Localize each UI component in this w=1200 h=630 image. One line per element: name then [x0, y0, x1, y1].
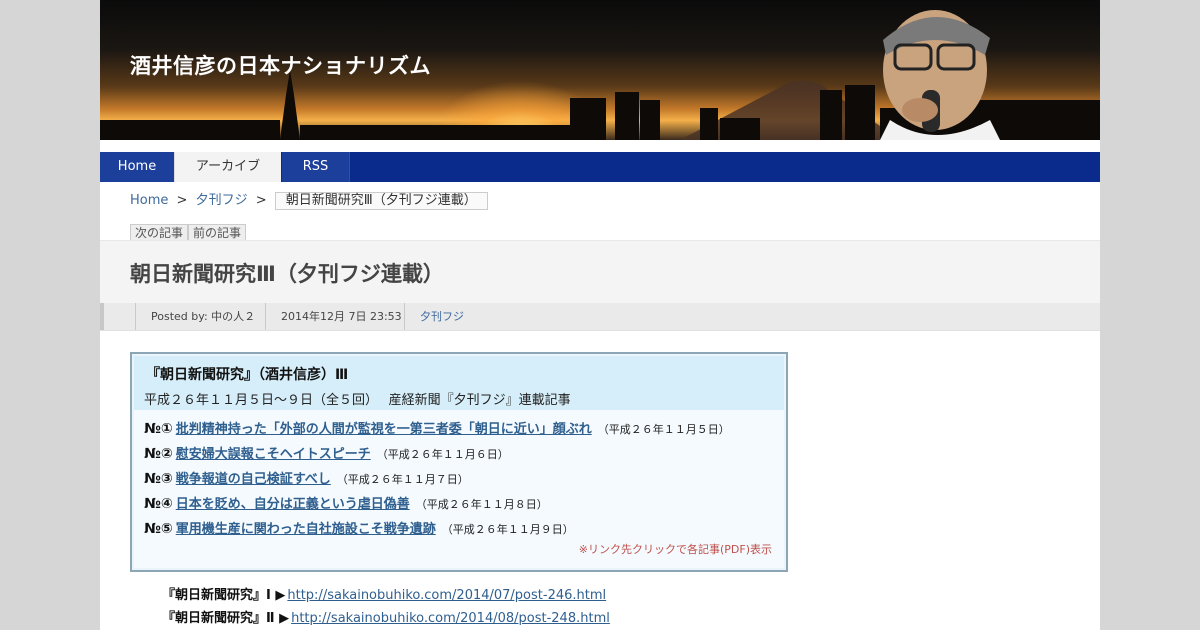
breadcrumb-home-link[interactable]: Home	[130, 193, 168, 208]
header-banner: 酒井信彦の日本ナショナリズム	[100, 0, 1100, 140]
post-title: 朝日新聞研究Ⅲ（夕刊フジ連載）	[130, 262, 444, 286]
list-item: №④ 日本を貶め、自分は正義という虐日偽善 （平成２６年１１月８日）	[144, 493, 548, 513]
item-date: （平成２６年１１月７日）	[336, 473, 469, 486]
previous-series-item: 『朝日新聞研究』Ⅱ ▶ http://sakainobuhiko.com/2014…	[162, 609, 610, 629]
series-box-body: №① 批判精神持った「外部の人間が監視を一第三者委「朝日に近い」顔ぶれ （平成２６年…	[134, 410, 784, 568]
site-title[interactable]: 酒井信彦の日本ナショナリズム	[130, 50, 431, 80]
breadcrumb-current: 朝日新聞研究Ⅲ（夕刊フジ連載）	[274, 192, 488, 210]
item-date: （平成２６年１１月５日）	[597, 423, 730, 436]
list-item: №② 慰安婦大誤報こそヘイトスピーチ （平成２６年１１月６日）	[144, 443, 509, 463]
item-number: №②	[144, 446, 173, 462]
meta-author: Posted by: 中の人２	[135, 303, 255, 330]
breadcrumb-separator: >	[176, 193, 188, 208]
article-link[interactable]: 戦争報道の自己検証すべし	[176, 472, 331, 487]
main-nav: Home アーカイブ RSS	[100, 152, 1100, 182]
previous-series-link[interactable]: http://sakainobuhiko.com/2014/07/post-24…	[287, 588, 606, 603]
article-link[interactable]: 批判精神持った「外部の人間が監視を一第三者委「朝日に近い」顔ぶれ	[176, 422, 592, 437]
previous-series-label: 『朝日新聞研究』Ⅰ ▶	[162, 588, 286, 603]
series-subheading: 平成２６年１１月５日～９日（全５回） 産経新聞『夕刊フジ』連載記事	[144, 393, 571, 408]
previous-series-label: 『朝日新聞研究』Ⅱ ▶	[162, 611, 290, 626]
breadcrumb: Home > 夕刊フジ > 朝日新聞研究Ⅲ（夕刊フジ連載）	[130, 191, 488, 211]
item-number: №⑤	[144, 521, 173, 537]
previous-series-item: 『朝日新聞研究』Ⅰ ▶ http://sakainobuhiko.com/2014…	[162, 586, 606, 606]
title-band: 朝日新聞研究Ⅲ（夕刊フジ連載）	[100, 240, 1100, 304]
item-date: （平成２６年１１月８日）	[415, 498, 548, 511]
pdf-note: ※リンク先クリックで各記事(PDF)表示	[578, 543, 772, 556]
series-heading: 『朝日新聞研究』（酒井信彦）Ⅲ	[146, 367, 349, 383]
article-link[interactable]: 日本を貶め、自分は正義という虐日偽善	[176, 497, 410, 512]
nav-home[interactable]: Home	[100, 152, 174, 182]
meta-accent-bar	[100, 303, 104, 330]
meta-date: 2014年12月 7日 23:53	[265, 303, 402, 330]
series-box-header: 『朝日新聞研究』（酒井信彦）Ⅲ 平成２６年１１月５日～９日（全５回） 産経新聞『…	[134, 356, 784, 410]
item-date: （平成２６年１１月９日）	[441, 523, 574, 536]
page: 酒井信彦の日本ナショナリズム Home アーカイブ RSS Home > 夕刊フ…	[100, 0, 1100, 630]
series-box: 『朝日新聞研究』（酒井信彦）Ⅲ 平成２６年１１月５日～９日（全５回） 産経新聞『…	[130, 352, 788, 572]
meta-category-link[interactable]: 夕刊フジ	[404, 303, 464, 330]
nav-archive[interactable]: アーカイブ	[174, 152, 281, 182]
item-date: （平成２６年１１月６日）	[376, 448, 509, 461]
breadcrumb-category-link[interactable]: 夕刊フジ	[196, 193, 248, 208]
list-item: №① 批判精神持った「外部の人間が監視を一第三者委「朝日に近い」顔ぶれ （平成２６年…	[144, 418, 730, 438]
nav-rss[interactable]: RSS	[281, 152, 350, 182]
previous-series-link[interactable]: http://sakainobuhiko.com/2014/08/post-24…	[291, 611, 610, 626]
post-meta: Posted by: 中の人２ 2014年12月 7日 23:53 夕刊フジ	[100, 303, 1100, 331]
item-number: №③	[144, 471, 173, 487]
post-pager: 次の記事 前の記事	[130, 222, 247, 243]
item-number: №①	[144, 421, 173, 437]
article-link[interactable]: 軍用機生産に関わった自社施設こそ戦争遺跡	[176, 522, 436, 537]
list-item: №③ 戦争報道の自己検証すべし （平成２６年１１月７日）	[144, 468, 469, 488]
list-item: №⑤ 軍用機生産に関わった自社施設こそ戦争遺跡 （平成２６年１１月９日）	[144, 518, 574, 538]
breadcrumb-separator: >	[255, 193, 267, 208]
item-number: №④	[144, 496, 173, 512]
article-link[interactable]: 慰安婦大誤報こそヘイトスピーチ	[176, 447, 371, 462]
